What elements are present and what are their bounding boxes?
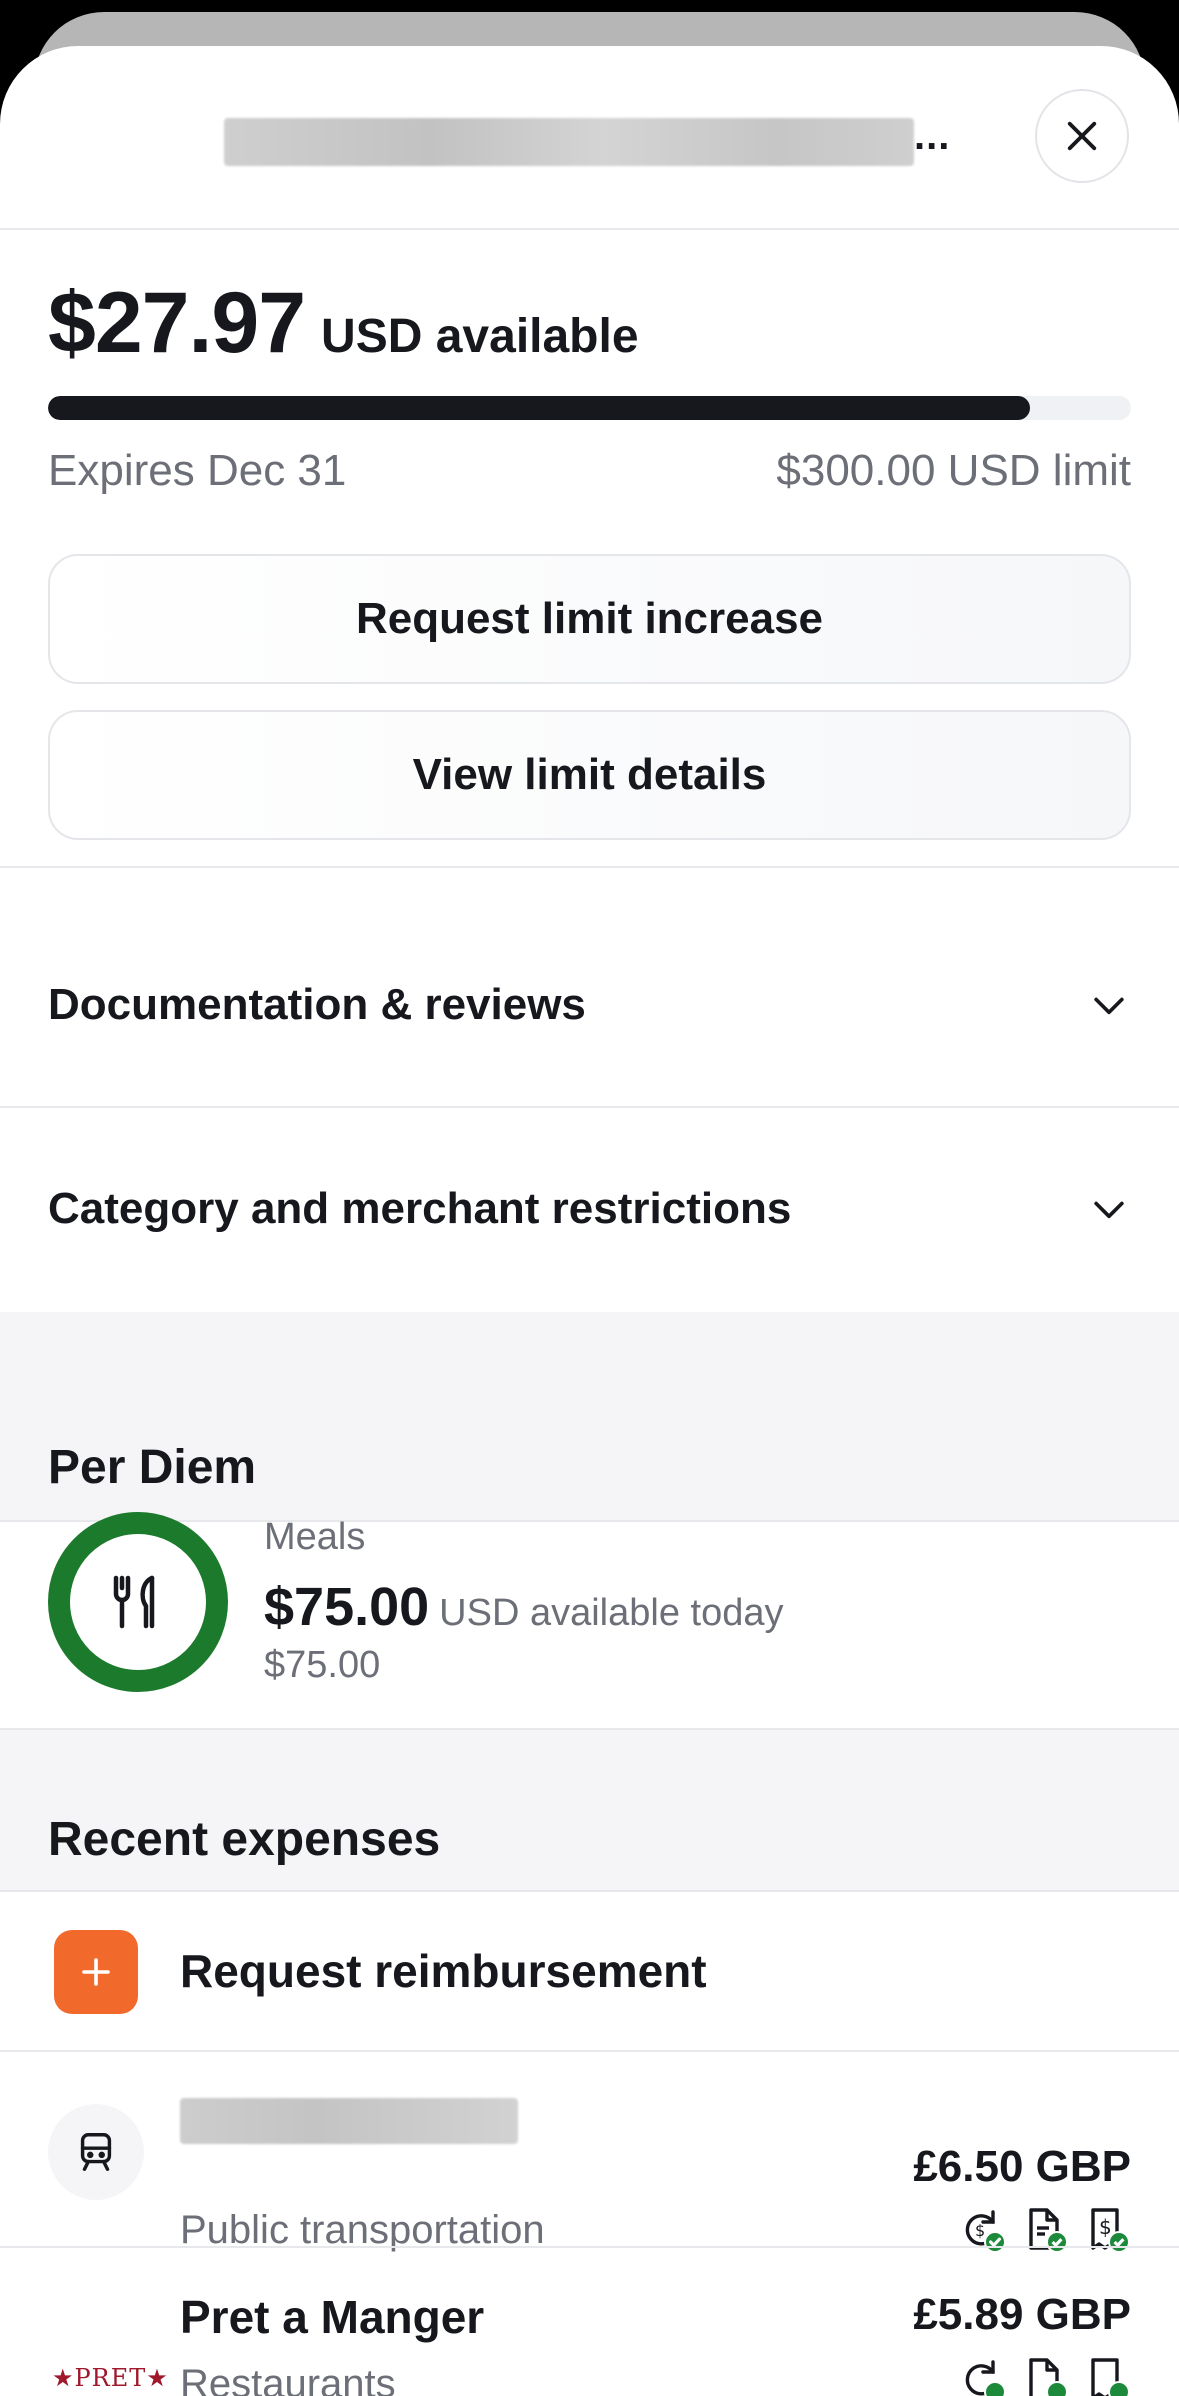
section-title: Recent expenses xyxy=(48,1813,441,1866)
per-diem-category: Meals xyxy=(264,1516,366,1558)
recent-expenses-section-header: Recent expenses xyxy=(0,1730,1179,1890)
limit-amount: $300.00 USD limit xyxy=(776,446,1131,495)
redacted-merchant-name xyxy=(180,2098,518,2144)
view-limit-details-button[interactable]: View limit details xyxy=(48,710,1131,840)
pret-a-manger-logo: ★PRET★ xyxy=(52,2364,169,2392)
sheet-header: ... xyxy=(0,46,1179,230)
limit-progress-fill xyxy=(48,396,1031,420)
balance-unit: USD available xyxy=(321,310,639,363)
divider xyxy=(0,2050,1179,2052)
divider xyxy=(0,1890,1179,1892)
close-button[interactable] xyxy=(1035,89,1129,183)
expense-category: Restaurants xyxy=(180,2362,396,2396)
expense-amount: £5.89 GBP xyxy=(913,2290,1131,2339)
per-diem-amount-suffix: USD available today xyxy=(439,1592,784,1634)
svg-text:$: $ xyxy=(975,2221,985,2240)
title-ellipsis: ... xyxy=(914,114,951,158)
receipt-refresh-check-icon xyxy=(965,2360,1006,2396)
balance-amount: $27.97 xyxy=(48,275,306,371)
train-icon xyxy=(80,2133,112,2171)
per-diem-progress-ring xyxy=(48,1512,228,1692)
plus-icon xyxy=(54,1930,138,2014)
expiry-date: Expires Dec 31 xyxy=(48,446,347,495)
section-title: Per Diem xyxy=(48,1441,257,1494)
per-diem-total: $75.00 xyxy=(264,1644,381,1686)
per-diem-section-header: Per Diem xyxy=(0,1312,1179,1520)
available-balance: $27.97 USD available xyxy=(48,274,639,373)
divider xyxy=(0,1106,1179,1108)
expense-merchant: Pret a Manger xyxy=(180,2291,485,2343)
close-icon xyxy=(1067,121,1097,151)
request-reimbursement-label: Request reimbursement xyxy=(180,1945,707,1997)
per-diem-amount: $75.00 xyxy=(264,1577,430,1637)
document-check-icon xyxy=(1029,2358,1068,2396)
accordion-documentation-reviews[interactable]: Documentation & reviews xyxy=(48,980,1131,1030)
per-diem-available: $75.00 USD available today xyxy=(264,1576,783,1638)
expense-amount: £6.50 GBP xyxy=(913,2142,1131,2191)
expense-status-icons xyxy=(959,2356,1131,2396)
divider xyxy=(0,2246,1179,2248)
chevron-down-icon xyxy=(1094,997,1124,1015)
limit-meta: Expires Dec 31 $300.00 USD limit xyxy=(48,446,1131,496)
expense-avatar xyxy=(48,2104,144,2200)
redacted-card-title xyxy=(224,118,914,166)
limit-progress-bar xyxy=(48,396,1131,420)
accordion-category-merchant-restrictions[interactable]: Category and merchant restrictions xyxy=(48,1184,1131,1234)
request-limit-increase-button[interactable]: Request limit increase xyxy=(48,554,1131,684)
chevron-down-icon xyxy=(1094,1201,1124,1219)
card-detail-sheet: ... $27.97 USD available Expires Dec 31 … xyxy=(0,46,1179,2396)
utensils-icon xyxy=(113,1575,155,1629)
accordion-label: Category and merchant restrictions xyxy=(48,1184,792,1233)
accordion-label: Documentation & reviews xyxy=(48,980,586,1029)
svg-text:$: $ xyxy=(1099,2215,1112,2239)
receipt-dollar-check-icon xyxy=(1091,2358,1130,2396)
divider xyxy=(0,866,1179,868)
